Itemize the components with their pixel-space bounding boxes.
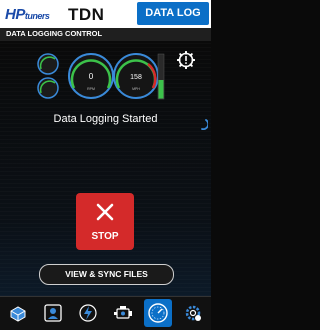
vehicle-icon xyxy=(10,306,26,322)
tdn-logo: TDN xyxy=(68,5,105,24)
stop-button-label: STOP xyxy=(91,231,119,242)
tab-settings[interactable] xyxy=(179,299,207,327)
profile-icon xyxy=(44,304,62,322)
section-header: DATA LOGGING CONTROL xyxy=(0,28,211,41)
bottom-tab-bar xyxy=(0,296,211,330)
stop-button[interactable]: STOP xyxy=(76,193,134,250)
tab-engine[interactable] xyxy=(109,299,137,327)
tab-profile[interactable] xyxy=(39,299,67,327)
view-sync-files-button[interactable]: VIEW & SYNC FILES xyxy=(39,264,174,285)
rpm-unit: RPM xyxy=(87,87,95,91)
hp-tuners-logo: HPtuners xyxy=(5,6,50,23)
gauge-icon xyxy=(148,303,168,323)
spinner-icon xyxy=(201,119,208,130)
gauge-bar xyxy=(157,53,165,100)
engine-icon xyxy=(114,306,132,319)
close-icon xyxy=(96,203,114,221)
mph-unit: MPH xyxy=(132,87,140,91)
logo-brand: HP xyxy=(5,6,25,23)
rpm-value: 0 xyxy=(89,72,94,81)
tune-icon xyxy=(79,304,97,322)
app-header: HPtuners TDN DATA LOG xyxy=(0,0,211,28)
gauge-mph: 158 MPH xyxy=(113,53,159,99)
tab-gauges[interactable] xyxy=(144,299,172,327)
gauge-cluster: 0 RPM 158 MPH xyxy=(37,53,165,100)
logging-status: Data Logging Started xyxy=(53,113,158,125)
page-title: DATA LOG xyxy=(137,2,209,25)
section-title: DATA LOGGING CONTROL xyxy=(6,29,103,38)
gauge-rpm: 0 RPM xyxy=(68,53,114,99)
mph-value: 158 xyxy=(130,74,142,81)
settings-icon xyxy=(185,305,201,321)
gauge-small-top-left xyxy=(37,53,59,75)
gauge-settings-icon[interactable] xyxy=(177,51,195,69)
logo-sub: tuners xyxy=(24,11,50,21)
tab-tune[interactable] xyxy=(74,299,102,327)
gauge-small-bottom-left xyxy=(37,77,59,99)
tab-vehicle[interactable] xyxy=(4,299,32,327)
